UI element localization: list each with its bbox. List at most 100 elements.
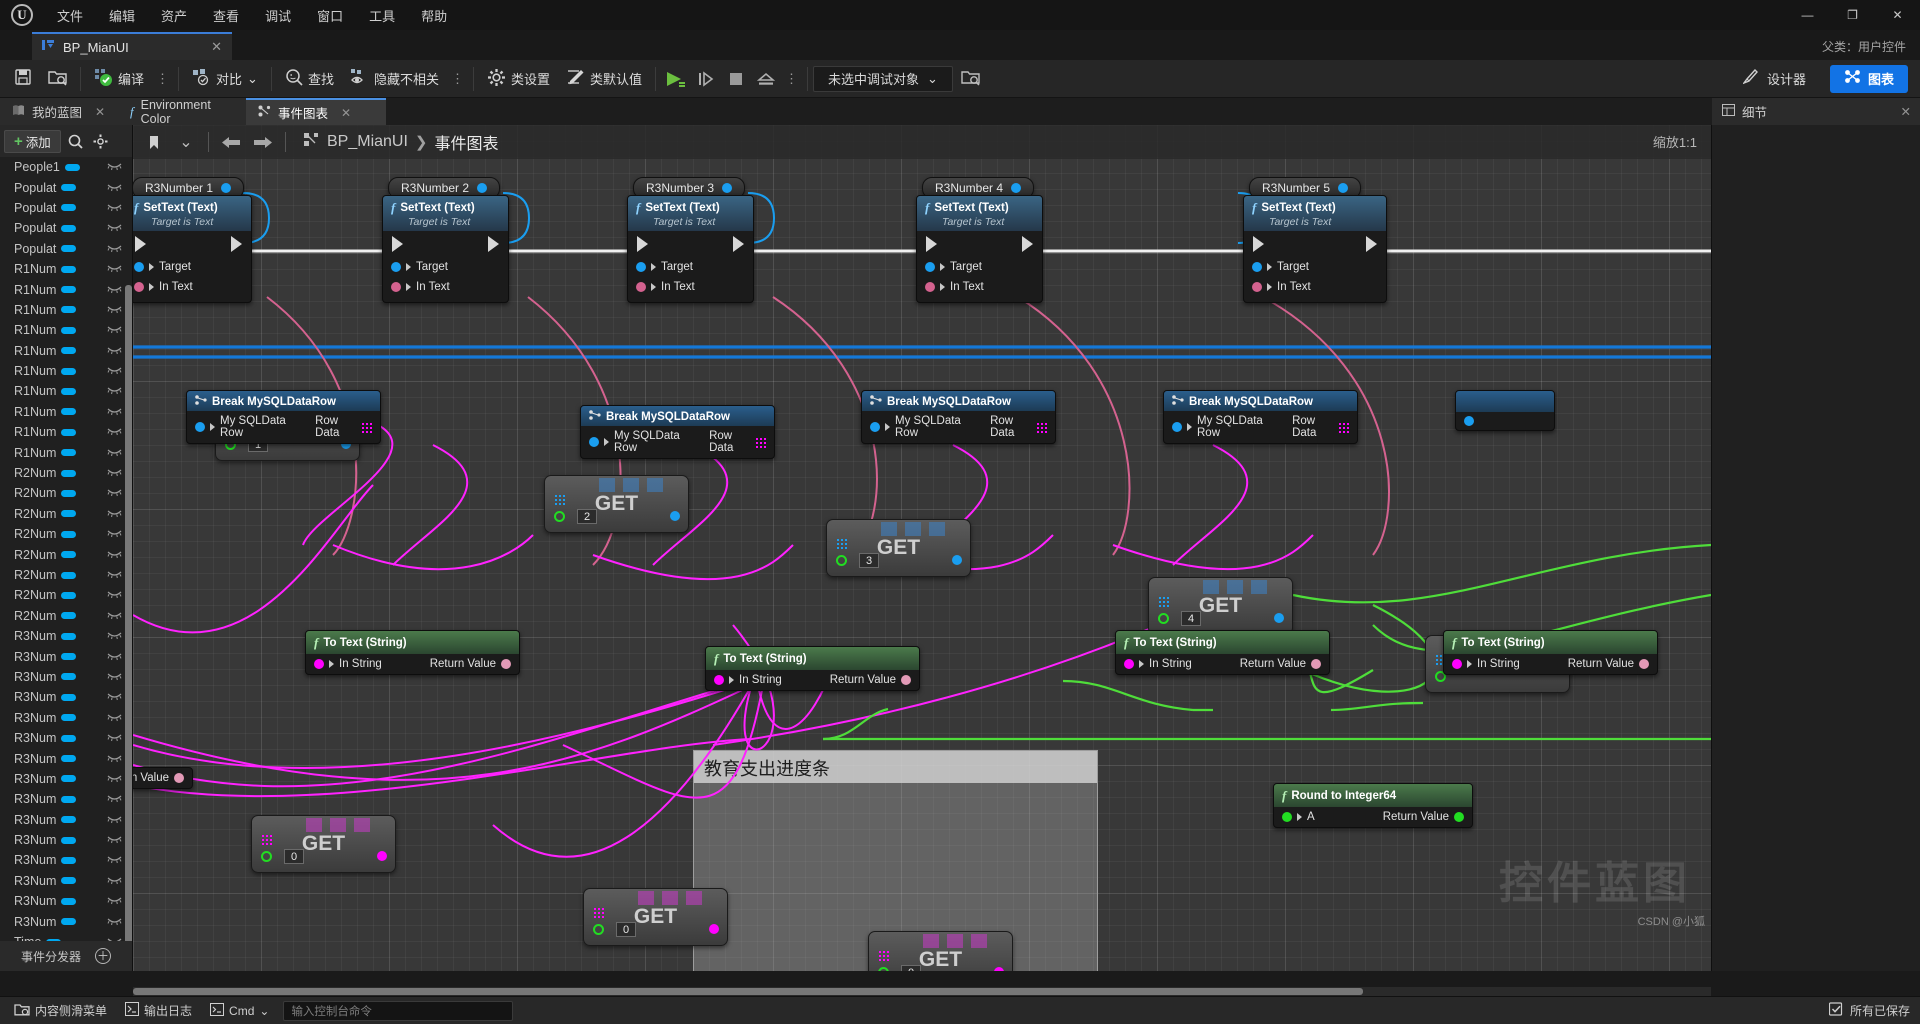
add-dispatcher-button[interactable]: ＋: [95, 948, 111, 964]
variable-row[interactable]: R2Num: [0, 463, 132, 483]
pin-dot[interactable]: [501, 659, 511, 669]
variable-type-pill[interactable]: [61, 469, 77, 477]
variable-row[interactable]: R3Num: [0, 667, 132, 687]
menu-item-file[interactable]: 文件: [44, 0, 96, 30]
return-value-pin[interactable]: Return Value: [430, 658, 511, 670]
eye-closed-icon[interactable]: [107, 242, 122, 256]
pin-dot[interactable]: [714, 675, 724, 685]
pin-dot[interactable]: [1639, 659, 1649, 669]
pin-dot[interactable]: [391, 282, 401, 292]
variable-row[interactable]: R3Num: [0, 891, 132, 911]
input-pin-dot[interactable]: [836, 555, 847, 566]
output-pin-dot[interactable]: [1338, 183, 1349, 193]
eye-closed-icon[interactable]: [107, 690, 122, 704]
exec-in-pin[interactable]: [926, 236, 937, 252]
eye-closed-icon[interactable]: [107, 650, 122, 664]
break-input-pin[interactable]: My SQLData Row: [870, 415, 970, 439]
partial-node-output[interactable]: n Value: [133, 772, 184, 784]
variable-type-pill[interactable]: [61, 714, 77, 722]
pin-dot[interactable]: [636, 282, 646, 292]
break-input-pin[interactable]: My SQLData Row: [589, 430, 689, 454]
eject-button[interactable]: [751, 65, 781, 93]
variable-type-pill[interactable]: [61, 184, 77, 192]
input-pin-dot[interactable]: [261, 851, 272, 862]
break-mysqldatarow-node-2[interactable]: Break MySQLDataRow My SQLData Row Row Da…: [580, 405, 775, 459]
get-string-node-3[interactable]: GET 0: [868, 931, 1013, 971]
input-pin-dot[interactable]: [554, 511, 565, 522]
console-command-input[interactable]: 输入控制台命令: [283, 1000, 514, 1021]
eye-closed-icon[interactable]: [107, 670, 122, 684]
break-mysqldatarow-node-4[interactable]: Break MySQLDataRow My SQLData Row Row Da…: [1163, 390, 1358, 444]
step-button[interactable]: [691, 65, 721, 93]
output-pin-dot[interactable]: [952, 555, 962, 565]
array-grid-icon[interactable]: [1338, 421, 1349, 433]
pin-dot[interactable]: [1452, 659, 1462, 669]
variable-type-pill[interactable]: [61, 653, 77, 661]
round-output-pin[interactable]: Return Value: [1383, 811, 1464, 823]
exec-in-pin[interactable]: [1253, 236, 1264, 252]
in-string-pin[interactable]: In String: [1452, 658, 1520, 670]
output-pin-dot[interactable]: [709, 924, 719, 934]
variable-row[interactable]: R2Num: [0, 483, 132, 503]
exec-out-pin[interactable]: [231, 236, 242, 252]
array-grid-icon[interactable]: [1036, 421, 1047, 433]
pin-dot[interactable]: [925, 282, 935, 292]
parent-class-value[interactable]: 用户控件: [1858, 40, 1906, 54]
settext-node-5[interactable]: f SetText (Text) Target is Text Target In…: [1243, 195, 1387, 303]
eye-closed-icon[interactable]: [107, 425, 122, 439]
eye-closed-icon[interactable]: [107, 384, 122, 398]
graph-mode-button[interactable]: 图表: [1829, 64, 1908, 93]
pin-dot[interactable]: [1311, 659, 1321, 669]
tab-environment-color[interactable]: f Environment Color: [118, 98, 246, 126]
compile-options-dots[interactable]: ⋮: [152, 71, 173, 87]
variable-type-pill[interactable]: [61, 306, 77, 314]
variable-type-pill[interactable]: [61, 571, 77, 579]
pin-dot[interactable]: [1172, 422, 1182, 432]
round-to-integer64-node[interactable]: f Round to Integer64 A Return Value: [1273, 783, 1473, 828]
eye-closed-icon[interactable]: [107, 629, 122, 643]
hide-options-dots[interactable]: ⋮: [447, 71, 468, 87]
array-index-field[interactable]: 2: [577, 509, 597, 524]
content-drawer-button[interactable]: 内容侧滑菜单: [6, 1000, 115, 1022]
to-text-node-2[interactable]: f To Text (String) In String Return Value: [705, 646, 920, 691]
partial-node-left[interactable]: n Value: [133, 767, 193, 789]
in-text-pin[interactable]: In Text: [636, 281, 695, 293]
variable-row[interactable]: R1Num: [0, 259, 132, 279]
in-text-pin[interactable]: In Text: [391, 281, 450, 293]
in-string-pin[interactable]: In String: [314, 658, 382, 670]
to-text-node-4[interactable]: f To Text (String) In String Return Value: [1443, 630, 1658, 675]
pin-dot[interactable]: [1124, 659, 1134, 669]
variable-list[interactable]: People1 Populat Populat Populat Populat R1Num…: [0, 157, 132, 941]
pin-dot[interactable]: [314, 659, 324, 669]
variable-row[interactable]: R3Num: [0, 830, 132, 850]
bookmark-dropdown[interactable]: ⌄: [173, 130, 199, 154]
class-defaults-button[interactable]: 类默认值: [558, 64, 650, 94]
variable-row[interactable]: R1Num: [0, 361, 132, 381]
eye-closed-icon[interactable]: [107, 221, 122, 235]
break-mysqldatarow-node-1[interactable]: Break MySQLDataRow My SQLData Row Row Da…: [186, 390, 381, 444]
pin-dot[interactable]: [636, 262, 646, 272]
asset-tab-bp-mianui[interactable]: BP_MianUI ✕: [32, 32, 232, 60]
variable-type-pill[interactable]: [61, 408, 77, 416]
nav-forward-button[interactable]: [250, 130, 276, 154]
to-text-node-3[interactable]: f To Text (String) In String Return Value: [1115, 630, 1330, 675]
variable-row[interactable]: R1Num: [0, 442, 132, 462]
target-pin[interactable]: Target: [1252, 261, 1309, 273]
compile-button[interactable]: 编译: [86, 64, 152, 94]
debug-object-select[interactable]: 未选中调试对象 ⌄: [813, 65, 953, 92]
eye-closed-icon[interactable]: [107, 527, 122, 541]
variable-type-pill[interactable]: [61, 816, 77, 824]
variable-type-pill[interactable]: [61, 489, 77, 497]
output-pin-dot[interactable]: [477, 183, 488, 193]
eye-closed-icon[interactable]: [107, 588, 122, 602]
variable-row[interactable]: R1Num: [0, 279, 132, 299]
array-index-field[interactable]: 0: [616, 922, 636, 937]
eye-closed-icon[interactable]: [107, 160, 122, 174]
break-output-pin[interactable]: Row Data: [315, 415, 372, 439]
play-button[interactable]: [661, 65, 691, 93]
left-panel-scrollbar[interactable]: [125, 285, 132, 945]
variable-type-pill[interactable]: [61, 449, 77, 457]
pin-dot[interactable]: [1282, 812, 1292, 822]
eye-closed-icon[interactable]: [107, 874, 122, 888]
array-index-field[interactable]: 0: [284, 849, 304, 864]
